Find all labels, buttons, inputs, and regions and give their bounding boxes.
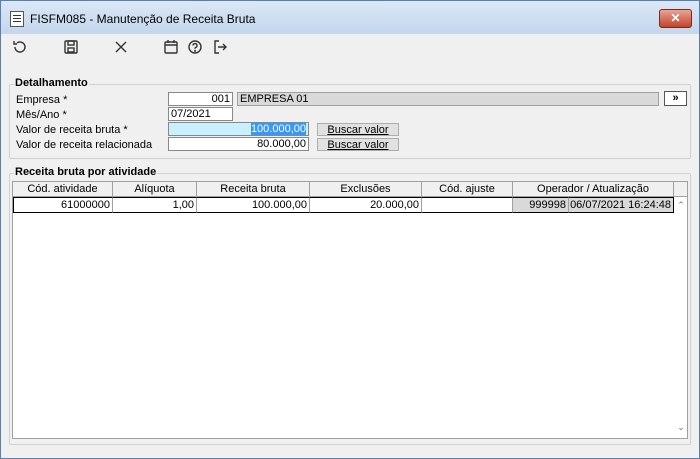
document-icon	[10, 11, 24, 27]
empresa-code-field[interactable]: 001	[168, 92, 233, 106]
receita-relacionada-field[interactable]: 80.000,00	[168, 137, 309, 151]
cell-atualizacao: 06/07/2021 16:24:48	[569, 197, 674, 213]
buscar-valor-button-2[interactable]: Buscar valor	[317, 138, 399, 151]
empresa-lookup-button[interactable]: »	[664, 91, 687, 106]
detail-legend: Detalhamento	[14, 77, 89, 89]
delete-icon[interactable]	[112, 39, 130, 57]
col-header-spacer	[674, 182, 687, 197]
atividade-legend: Receita bruta por atividade	[14, 166, 158, 178]
col-header-cod-ajuste[interactable]: Cód. ajuste	[422, 182, 513, 197]
col-header-receita-bruta[interactable]: Receita bruta	[197, 182, 310, 197]
cell-exclusoes[interactable]: 20.000,00	[310, 197, 422, 213]
col-header-aliquota[interactable]: Alíquota	[113, 182, 197, 197]
close-button[interactable]: ✕	[659, 9, 692, 28]
mesano-label: Mês/Ano *	[16, 109, 67, 121]
cell-receita-bruta[interactable]: 100.000,00	[197, 197, 310, 213]
empresa-name-field: EMPRESA 01	[237, 92, 659, 106]
scroll-down-icon[interactable]: ⌄	[676, 422, 686, 433]
cell-cod-atividade[interactable]: 61000000	[13, 197, 113, 213]
cell-operador: 999998	[513, 197, 569, 213]
buscar-valor-button-1[interactable]: Buscar valor	[317, 123, 399, 136]
buscar-valor-label-1: Buscar valor	[327, 124, 389, 136]
receita-bruta-label: Valor de receita bruta *	[16, 124, 128, 136]
main-window: FISFM085 - Manutenção de Receita Bruta ✕…	[0, 0, 700, 459]
undo-icon[interactable]	[11, 39, 29, 57]
scroll-up-icon[interactable]: ⌃	[676, 200, 686, 211]
toolbar	[1, 34, 699, 62]
col-header-operador[interactable]: Operador / Atualização	[513, 182, 674, 197]
calendar-icon[interactable]	[162, 39, 180, 57]
mesano-field[interactable]: 07/2021	[168, 107, 233, 121]
buscar-valor-label-2: Buscar valor	[327, 139, 389, 151]
cell-cod-ajuste[interactable]	[422, 197, 513, 213]
empresa-label: Empresa *	[16, 94, 68, 106]
col-header-exclusoes[interactable]: Exclusões	[310, 182, 422, 197]
exit-icon[interactable]	[211, 39, 229, 57]
receita-bruta-field[interactable]: 100.000,00	[168, 122, 309, 136]
receita-bruta-value: 100.000,00	[250, 123, 306, 135]
save-icon[interactable]	[62, 39, 80, 57]
col-header-cod-atividade[interactable]: Cód. atividade	[13, 182, 113, 197]
title-bar[interactable]: FISFM085 - Manutenção de Receita Bruta ✕	[1, 1, 699, 34]
help-icon[interactable]	[186, 39, 204, 57]
atividade-grid[interactable]: Cód. atividade Alíquota Receita bruta Ex…	[12, 181, 688, 439]
cell-aliquota[interactable]: 1,00	[113, 197, 197, 213]
window-title: FISFM085 - Manutenção de Receita Bruta	[30, 12, 256, 26]
receita-relacionada-label: Valor de receita relacionada	[16, 139, 153, 151]
